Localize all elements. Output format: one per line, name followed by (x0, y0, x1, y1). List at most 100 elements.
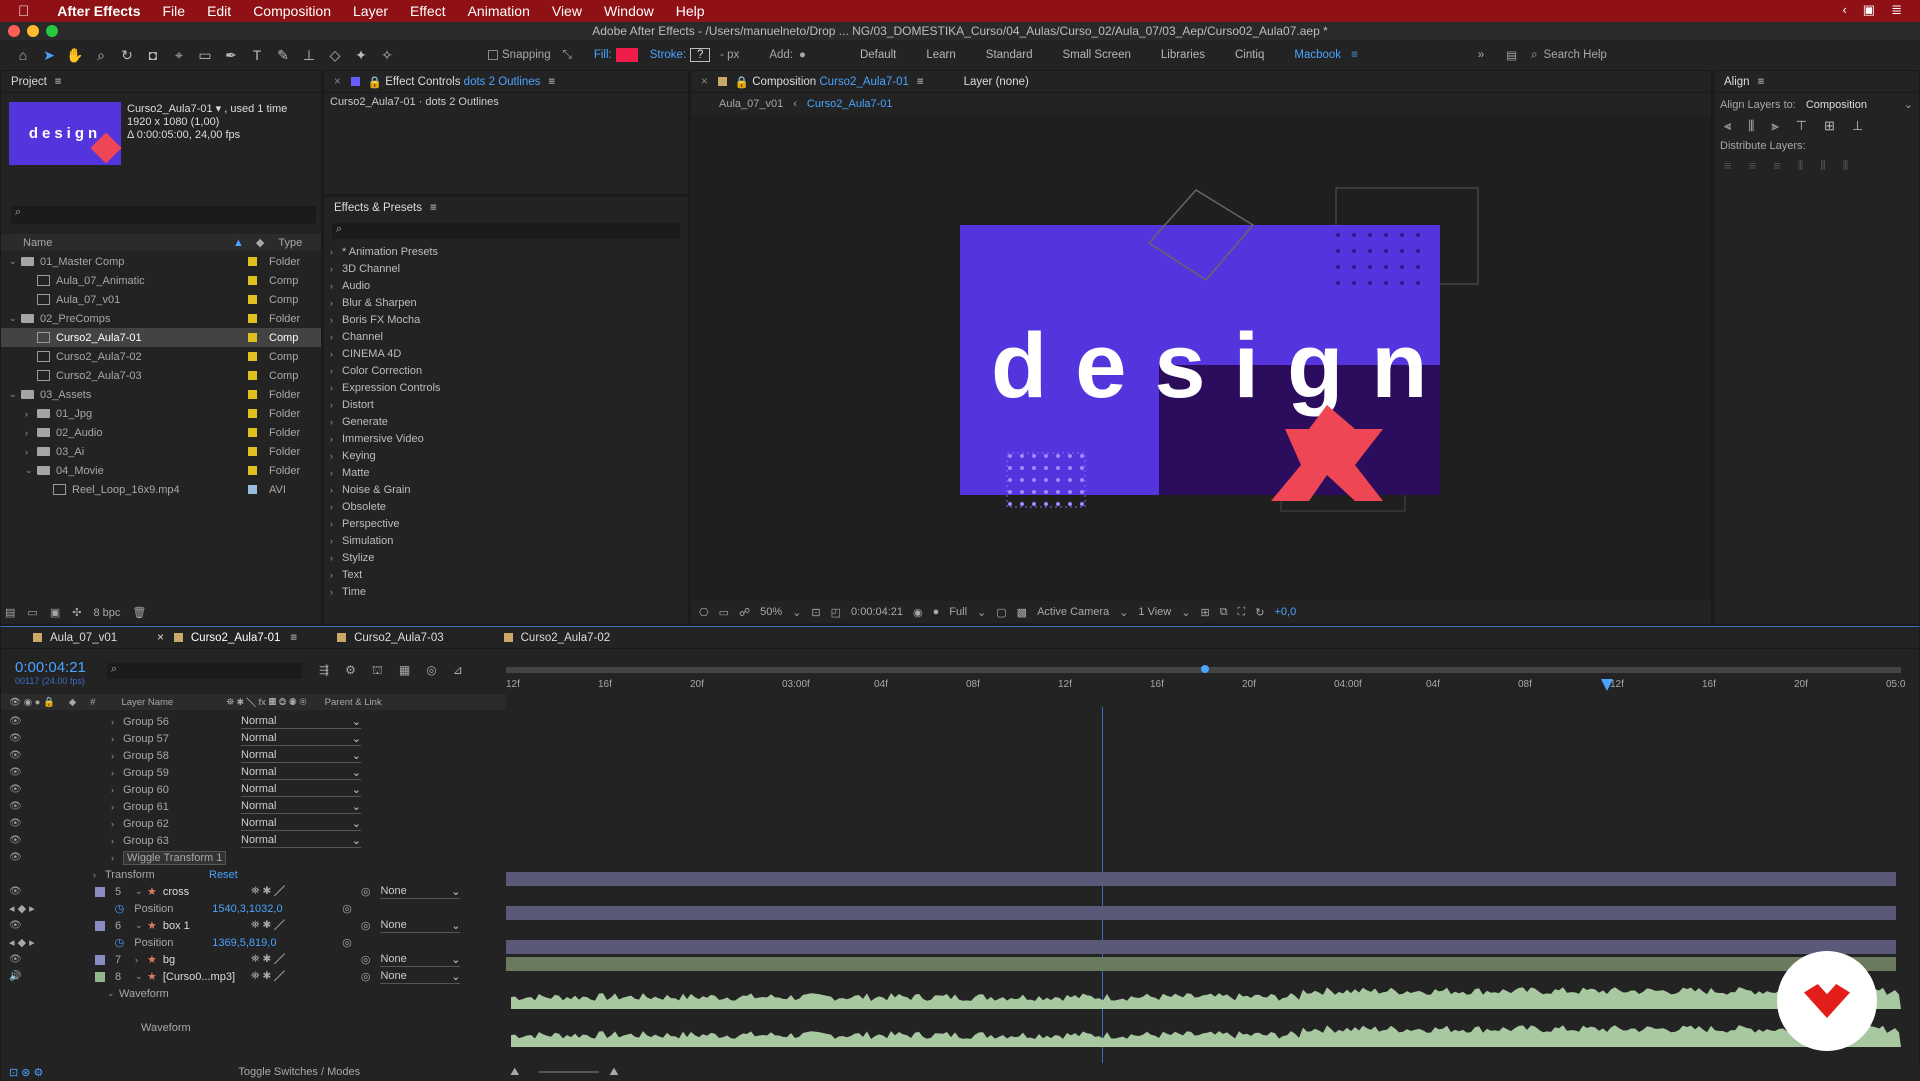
sort-icon[interactable]: ▲ (233, 237, 244, 249)
eye-icon[interactable]: 👁 (9, 767, 23, 778)
label-swatch[interactable] (248, 409, 257, 418)
bpc-label[interactable]: 8 bpc (93, 607, 120, 619)
menu-layer[interactable]: Layer (353, 3, 388, 19)
layer-switches[interactable]: ⛯ ✱ ╱ (251, 885, 361, 898)
zoom-slider[interactable] (539, 1071, 600, 1073)
label-swatch[interactable] (248, 485, 257, 494)
chevron-right-icon[interactable]: › (111, 768, 123, 778)
align-tab[interactable]: Align ≡ (1714, 71, 1919, 93)
parent-select[interactable]: None ⌄ (380, 919, 461, 933)
property-value[interactable]: 1369,5,819,0 (212, 937, 342, 949)
effect-controls-tab[interactable]: × 🔒 Effect Controls dots 2 Outlines ≡ (324, 71, 688, 93)
project-item[interactable]: Aula_07_v01 Comp (1, 290, 321, 309)
effect-category[interactable]: › Perspective (324, 515, 688, 532)
group-row[interactable]: 👁 › Group 63 Normal ⌄ (1, 832, 506, 849)
effect-category[interactable]: › Matte (324, 464, 688, 481)
waveform-sub-row[interactable]: Waveform (1, 1019, 506, 1036)
chevron-right-icon[interactable]: › (25, 409, 37, 419)
label-swatch[interactable] (248, 428, 257, 437)
pickwhip-icon[interactable]: ◎ (361, 953, 371, 966)
group-row[interactable]: 👁 › Group 61 Normal ⌄ (1, 798, 506, 815)
layer-name[interactable]: cross (163, 886, 251, 898)
transparency-icon[interactable]: ▩ (1017, 606, 1027, 619)
distribute-bottom-icon[interactable]: ≡ (1773, 158, 1781, 174)
effect-category[interactable]: › Audio (324, 277, 688, 294)
effect-category[interactable]: › Obsolete (324, 498, 688, 515)
effect-category[interactable]: › Blur & Sharpen (324, 294, 688, 311)
rectangle-tool-icon[interactable]: ▭ (194, 44, 216, 66)
toggle-switches-modes[interactable]: Toggle Switches / Modes (238, 1066, 360, 1078)
chevron-down-icon[interactable]: ⌄ (25, 465, 37, 476)
label-col-icon[interactable]: ◆ (256, 236, 264, 249)
project-item[interactable]: Reel_Loop_16x9.mp4 AVI (1, 480, 321, 499)
pan-behind-tool-icon[interactable]: ⌖ (168, 44, 190, 66)
layer-row[interactable]: 👁 6 ⌄ ★ box 1 ⛯ ✱ ╱ ◎ None ⌄ (1, 917, 506, 934)
label-swatch[interactable] (248, 295, 257, 304)
lock-icon[interactable]: 🔒 (368, 75, 382, 89)
chevron-right-icon[interactable]: › (111, 802, 123, 812)
snapshot-icon[interactable]: ◉ (913, 606, 923, 619)
zoom-out-icon[interactable]: ⛰ (510, 1066, 519, 1079)
project-item[interactable]: Aula_07_Animatic Comp (1, 271, 321, 290)
menu-animation[interactable]: Animation (468, 3, 530, 19)
chevron-right-icon[interactable]: › (111, 836, 123, 846)
layer-switches[interactable]: ⛯ ✱ ╱ (251, 953, 361, 966)
label-swatch[interactable] (95, 920, 105, 931)
blend-mode-select[interactable]: Normal ⌄ (241, 817, 361, 831)
eye-icon[interactable]: 👁 (9, 716, 23, 727)
group-row[interactable]: 👁 › Group 58 Normal ⌄ (1, 747, 506, 764)
label-swatch[interactable] (248, 333, 257, 342)
apple-icon[interactable]:  (18, 3, 29, 20)
chevron-down-icon[interactable]: ⌄ (9, 256, 21, 267)
composition-tab[interactable]: × 🔒 Composition Curso2_Aula7-01 ≡ Layer (no… (691, 71, 1711, 93)
group-row[interactable]: 👁 › Group 56 Normal ⌄ (1, 713, 506, 730)
label-swatch[interactable] (248, 371, 257, 380)
eye-icon[interactable]: 👁 (9, 835, 23, 846)
effect-category[interactable]: › Channel (324, 328, 688, 345)
effect-category[interactable]: › Distort (324, 396, 688, 413)
comp-flowchart-icon[interactable]: ⇶ (319, 663, 329, 679)
3d-icon[interactable]: ⧉ (1220, 606, 1228, 619)
align-left-icon[interactable]: ⫷ (1724, 118, 1731, 134)
chevron-right-icon[interactable]: › (111, 751, 123, 761)
pickwhip-icon[interactable]: ◎ (361, 885, 371, 898)
chevron-right-icon[interactable]: › (111, 717, 123, 727)
motion-blur-icon[interactable]: ◎ (426, 663, 436, 679)
layer-name[interactable]: [Curso0...mp3] (163, 971, 251, 983)
graph-editor-icon[interactable]: ⊿ (453, 663, 463, 679)
menu-file[interactable]: File (163, 3, 186, 19)
effect-category[interactable]: › Time (324, 583, 688, 600)
layer-row[interactable]: 👁 5 ⌄ ★ cross ⛯ ✱ ╱ ◎ None ⌄ (1, 883, 506, 900)
workspace-standard[interactable]: Standard (986, 49, 1033, 61)
align-to-select[interactable]: Composition (1806, 99, 1904, 111)
chevron-right-icon[interactable]: › (111, 734, 123, 744)
pen-tool-icon[interactable]: ✒ (220, 44, 242, 66)
chevron-down-icon[interactable]: ⌄ (135, 886, 147, 897)
pickwhip-icon[interactable]: ◎ (361, 970, 371, 983)
stopwatch-icon[interactable]: ◷ (115, 936, 125, 949)
selection-tool-icon[interactable]: ➤ (38, 44, 60, 66)
workspace-cintiq[interactable]: Cintiq (1235, 49, 1264, 61)
close-tab-icon[interactable]: × (701, 76, 708, 88)
pickwhip-icon[interactable]: ◎ (342, 902, 352, 915)
eye-icon[interactable]: 👁 (9, 954, 23, 965)
chevron-down-icon[interactable]: ⌄ (135, 920, 147, 931)
parent-select[interactable]: None ⌄ (380, 970, 461, 984)
preview-icon[interactable]: ⎔ (699, 606, 709, 619)
effect-category[interactable]: › CINEMA 4D (324, 345, 688, 362)
pickwhip-icon[interactable]: ◎ (342, 936, 352, 949)
project-item[interactable]: ⌄ 04_Movie Folder (1, 461, 321, 480)
clone-tool-icon[interactable]: ⊥ (298, 44, 320, 66)
label-swatch[interactable] (248, 447, 257, 456)
effect-category[interactable]: › Keying (324, 447, 688, 464)
zoom-select[interactable]: 50% (760, 606, 782, 618)
keyframe-nav-icon[interactable]: ◂ ◆ ▸ (9, 936, 35, 949)
col-layer-name[interactable]: Layer Name (121, 697, 226, 708)
new-folder-icon[interactable]: ▭ (27, 606, 37, 619)
project-item[interactable]: Curso2_Aula7-02 Comp (1, 347, 321, 366)
work-area-start-handle[interactable] (1201, 665, 1209, 673)
panel-icon[interactable]: ▤ (1506, 48, 1517, 62)
distribute-left-icon[interactable]: ⫴ (1798, 158, 1803, 174)
rotate-tool-icon[interactable]: ↻ (116, 44, 138, 66)
timeline-tab-curso2-aula7-01[interactable]: Curso2_Aula7-01 (191, 632, 281, 644)
